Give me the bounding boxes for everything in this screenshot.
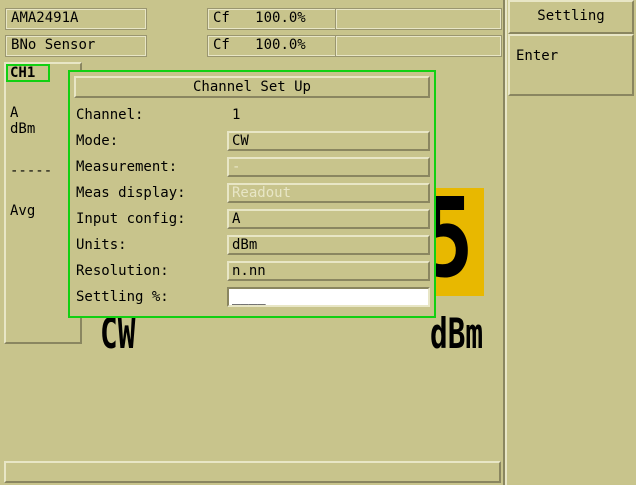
sensor-a-cf-value: 100.0% xyxy=(255,10,306,26)
resolution-field[interactable]: n.nn xyxy=(227,261,430,281)
sensor-b-cf-value: 100.0% xyxy=(255,37,306,53)
side-dashes: ----- xyxy=(10,163,53,179)
channel-value: 1 xyxy=(232,107,241,123)
dialog-title: Channel Set Up xyxy=(74,76,430,98)
units-field[interactable]: dBm xyxy=(227,235,430,255)
meas-display-field[interactable]: Readout xyxy=(227,183,430,203)
softkey-enter-label: Enter xyxy=(516,48,559,64)
softkey-divider-highlight xyxy=(505,0,507,485)
sensor-b-name: No Sensor xyxy=(19,37,96,53)
sensor-b-spare xyxy=(335,35,502,57)
readout-unit: dBm xyxy=(430,309,484,358)
sensor-b-cf-field[interactable]: Cf 100.0% xyxy=(207,35,337,57)
sensor-a-spare xyxy=(335,8,502,30)
mode-field[interactable]: CW xyxy=(227,131,430,151)
channel-tag[interactable]: CH1 xyxy=(6,64,50,82)
meas-display-label: Meas display: xyxy=(76,185,186,201)
settling-label: Settling %: xyxy=(76,289,169,305)
sensor-b-field[interactable]: BNo Sensor xyxy=(5,35,147,57)
measurement-label: Measurement: xyxy=(76,159,178,175)
channel-setup-dialog: Channel Set Up Channel: 1 Mode: CW Measu… xyxy=(68,70,436,318)
input-config-field[interactable]: A xyxy=(227,209,430,229)
side-units: dBm xyxy=(10,121,36,137)
channel-label: Channel: xyxy=(76,107,144,123)
sensor-b-cf-label: Cf xyxy=(213,37,230,53)
softkey-title: Settling xyxy=(508,0,634,34)
input-config-label: Input config: xyxy=(76,211,186,227)
status-bar xyxy=(4,461,501,483)
settling-input[interactable]: ____ xyxy=(227,287,430,307)
measurement-field[interactable]: - xyxy=(227,157,430,177)
sensor-a-cf-field[interactable]: Cf 100.0% xyxy=(207,8,337,30)
instrument-screen: AMA2491A Cf 100.0% BNo Sensor Cf 100.0% … xyxy=(0,0,636,485)
mode-label: Mode: xyxy=(76,133,119,149)
sensor-a-field[interactable]: AMA2491A xyxy=(5,8,147,30)
resolution-label: Resolution: xyxy=(76,263,169,279)
sensor-a-cf-label: Cf xyxy=(213,10,230,26)
units-label: Units: xyxy=(76,237,127,253)
softkey-enter[interactable]: Enter xyxy=(508,34,634,96)
softkey-title-label: Settling xyxy=(537,8,605,24)
sensor-a-name: MA2491A xyxy=(19,10,79,26)
side-avg: Avg xyxy=(10,203,36,219)
